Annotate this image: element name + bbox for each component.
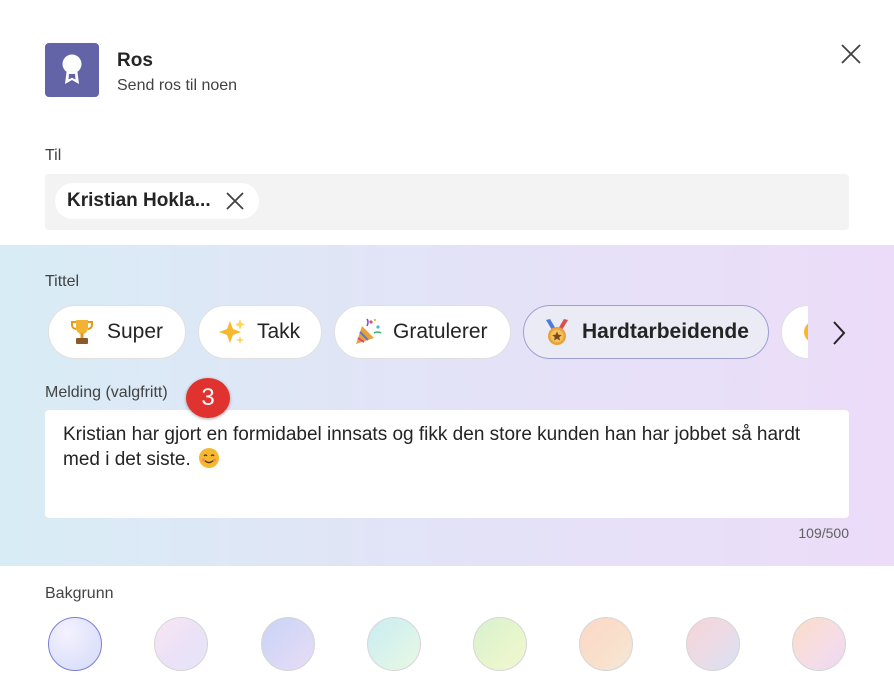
background-swatch-1[interactable] — [48, 617, 102, 671]
medal-icon — [546, 319, 568, 345]
character-counter: 109/500 — [798, 525, 849, 541]
title-option-label: Gratulerer — [393, 320, 488, 343]
background-swatch-3[interactable] — [261, 617, 315, 671]
title-option-more[interactable] — [781, 305, 808, 359]
party-popper-icon — [356, 318, 382, 344]
background-swatch-6[interactable] — [579, 617, 633, 671]
background-swatch-2[interactable] — [154, 617, 208, 671]
title-options: Super Takk Gratulerer Hardtarbeidende — [48, 305, 808, 359]
title-option-takk[interactable]: Takk — [198, 305, 322, 359]
title-option-label: Takk — [257, 320, 301, 343]
annotation-badge: 3 — [186, 378, 230, 418]
message-textarea[interactable]: Kristian har gjort en formidabel innsats… — [45, 410, 849, 518]
close-icon[interactable] — [225, 191, 245, 211]
title-label: Tittel — [45, 273, 80, 290]
background-swatch-5[interactable] — [473, 617, 527, 671]
recipient-input[interactable]: Kristian Hokla... — [45, 174, 849, 230]
recipient-name: Kristian Hokla... — [67, 190, 211, 211]
close-icon[interactable] — [840, 43, 862, 65]
title-option-label: Super — [107, 320, 164, 343]
smiling-face-icon — [199, 448, 220, 468]
background-label: Bakgrunn — [45, 585, 114, 602]
title-option-gratulerer[interactable]: Gratulerer — [334, 305, 511, 359]
trophy-icon — [71, 320, 93, 344]
smiling-face-icon — [804, 323, 808, 341]
to-label: Til — [45, 147, 62, 164]
app-subtitle: Send ros til noen — [117, 77, 238, 94]
message-content: Kristian har gjort en formidabel innsats… — [63, 422, 831, 472]
dialog-header: Ros Send ros til noen — [45, 43, 865, 97]
ribbon-badge-icon — [45, 43, 99, 97]
title-option-super[interactable]: Super — [48, 305, 186, 359]
background-swatch-4[interactable] — [367, 617, 421, 671]
message-text: Kristian har gjort en formidabel innsats… — [63, 424, 801, 470]
sparkles-icon — [219, 319, 245, 344]
recipient-chip[interactable]: Kristian Hokla... — [55, 183, 259, 219]
background-swatch-8[interactable] — [792, 617, 846, 671]
title-option-hardtarbeidende[interactable]: Hardtarbeidende — [523, 305, 769, 359]
app-title: Ros — [117, 50, 153, 71]
background-swatch-7[interactable] — [686, 617, 740, 671]
title-option-label: Hardtarbeidende — [582, 320, 749, 343]
chevron-right-icon[interactable] — [826, 318, 852, 348]
message-label: Melding (valgfritt) — [45, 384, 168, 401]
